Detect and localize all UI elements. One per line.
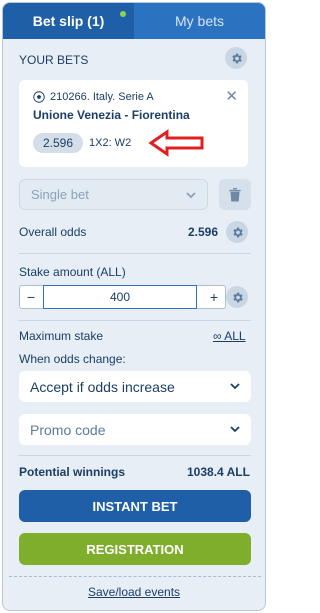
bet-type-value: Single bet bbox=[31, 187, 89, 202]
bet-odds-badge: 2.596 bbox=[33, 133, 83, 153]
overall-odds-label: Overall odds bbox=[19, 225, 87, 239]
max-stake-link[interactable]: ∞ ALL bbox=[213, 329, 246, 343]
bet-league-text: 210266. Italy. Serie A bbox=[50, 91, 154, 103]
stake-settings-button[interactable] bbox=[226, 286, 248, 308]
notification-dot bbox=[120, 11, 126, 17]
divider bbox=[19, 455, 251, 456]
tab-bet-slip-label: Bet slip (1) bbox=[32, 13, 105, 29]
footer-divider bbox=[9, 576, 261, 577]
remove-bet-close-icon[interactable]: ✕ bbox=[225, 89, 238, 104]
chevron-down-icon bbox=[230, 426, 240, 433]
max-stake-label: Maximum stake bbox=[19, 329, 104, 343]
tab-bar: Bet slip (1) My bets bbox=[3, 3, 265, 39]
odds-settings-button[interactable] bbox=[226, 221, 248, 243]
stake-increase-button[interactable]: + bbox=[203, 286, 225, 308]
instant-bet-button[interactable]: INSTANT BET bbox=[19, 490, 251, 522]
bets-settings-button[interactable] bbox=[225, 47, 247, 69]
stake-stepper: − 400 + bbox=[19, 285, 226, 309]
odds-change-select[interactable]: Accept if odds increase bbox=[19, 371, 251, 402]
bet-card: 210266. Italy. Serie A Unione Venezia - … bbox=[19, 80, 248, 167]
chevron-down-icon bbox=[186, 192, 196, 199]
promo-code-placeholder: Promo code bbox=[30, 421, 106, 438]
delete-all-button[interactable] bbox=[219, 179, 251, 210]
gear-icon bbox=[232, 292, 243, 302]
stake-decrease-button[interactable]: − bbox=[20, 286, 42, 308]
football-icon bbox=[33, 91, 45, 103]
stake-input[interactable]: 400 bbox=[43, 285, 197, 309]
tab-my-bets-label: My bets bbox=[174, 13, 224, 29]
tab-my-bets[interactable]: My bets bbox=[134, 3, 265, 39]
chevron-down-icon bbox=[230, 383, 240, 390]
bet-outcome: 1X2: W2 bbox=[89, 137, 132, 149]
your-bets-heading: YOUR BETS bbox=[19, 53, 89, 67]
potential-winnings-value: 1038.4 ALL bbox=[187, 465, 250, 479]
gear-icon bbox=[231, 53, 242, 63]
divider bbox=[19, 253, 251, 254]
tab-bet-slip[interactable]: Bet slip (1) bbox=[3, 3, 134, 39]
bet-match: Unione Venezia - Fiorentina bbox=[33, 108, 190, 122]
registration-button[interactable]: REGISTRATION bbox=[19, 533, 251, 565]
save-load-events-link[interactable]: Save/load events bbox=[3, 585, 265, 599]
odds-change-value: Accept if odds increase bbox=[30, 378, 175, 395]
trash-icon bbox=[229, 187, 241, 202]
divider bbox=[19, 320, 251, 321]
stake-label: Stake amount (ALL) bbox=[19, 265, 126, 279]
gear-icon bbox=[232, 227, 243, 237]
promo-code-select[interactable]: Promo code bbox=[19, 414, 251, 445]
potential-winnings-label: Potential winnings bbox=[19, 465, 126, 479]
overall-odds-value: 2.596 bbox=[188, 225, 219, 239]
bet-league: 210266. Italy. Serie A bbox=[33, 91, 154, 103]
odds-change-label: When odds change: bbox=[19, 352, 126, 366]
bet-type-select[interactable]: Single bet bbox=[19, 179, 208, 210]
red-arrow-icon bbox=[148, 129, 204, 157]
bet-slip-panel: Bet slip (1) My bets YOUR BETS 210266. I… bbox=[2, 2, 266, 611]
